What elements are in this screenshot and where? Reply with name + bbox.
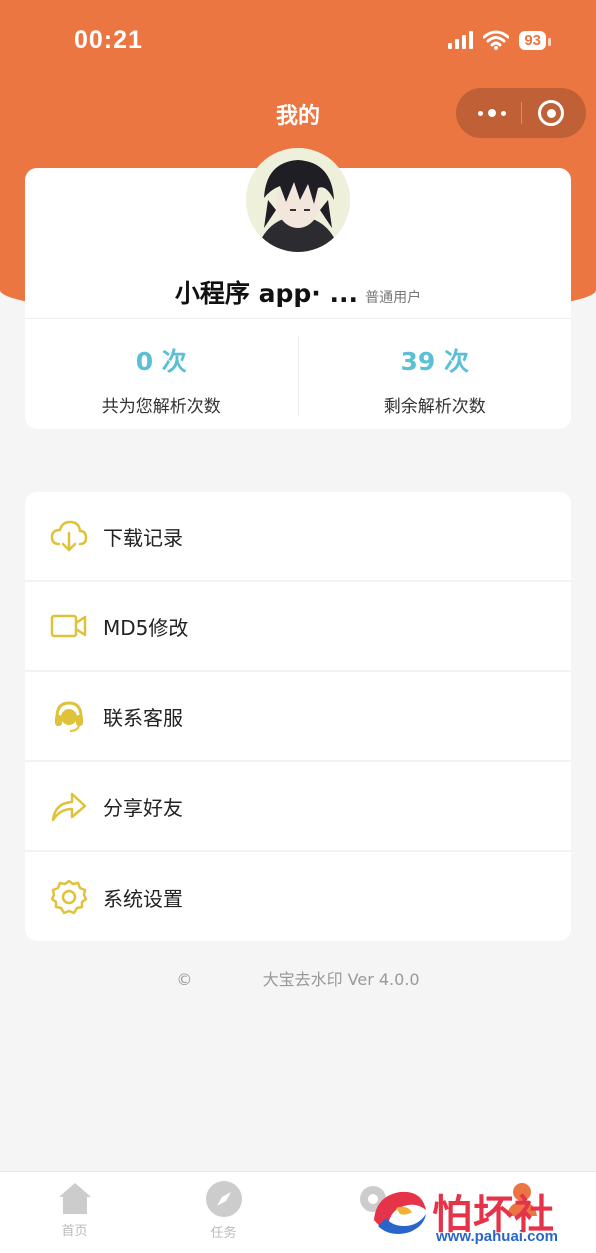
copyright-symbol: ©	[176, 970, 193, 989]
miniprogram-capsule	[456, 88, 586, 138]
stat-value: 39 次	[400, 347, 470, 376]
menu-item-download-records[interactable]: 下载记录	[25, 492, 571, 582]
menu-item-label: 下载记录	[103, 525, 183, 550]
avatar[interactable]	[246, 148, 350, 252]
battery-indicator: 93	[519, 30, 551, 50]
tab-tasks[interactable]: 任务	[149, 1172, 298, 1253]
stat-value: 0 次	[135, 347, 187, 376]
menu-item-contact-support[interactable]: 联系客服	[25, 672, 571, 762]
stat-label: 剩余解析次数	[383, 397, 486, 417]
tab-label: 任务	[210, 1226, 237, 1241]
more-icon[interactable]	[477, 109, 506, 117]
home-icon	[58, 1183, 91, 1214]
cloud-download-icon	[49, 516, 89, 556]
tab-home[interactable]: 首页	[0, 1172, 149, 1253]
menu-item-md5-modify[interactable]: MD5修改	[25, 582, 571, 672]
stat-parsed-count: 0 次 共为您解析次数	[25, 320, 298, 428]
menu-item-system-settings[interactable]: 系统设置	[25, 852, 571, 941]
site-watermark: 怕坏社区 www.pahuai.com	[366, 1178, 592, 1253]
menu-item-label: 联系客服	[103, 705, 183, 730]
video-camera-icon	[49, 606, 89, 646]
menu-item-share-friends[interactable]: 分享好友	[25, 762, 571, 852]
username-row: 小程序 app· ... 普通用户	[0, 274, 596, 310]
watermark-url: www.pahuai.com	[436, 1228, 558, 1245]
user-type-badge: 普通用户	[365, 290, 422, 306]
compass-icon	[205, 1181, 242, 1217]
menu-item-label: 分享好友	[103, 795, 183, 820]
menu-item-label: 系统设置	[103, 886, 183, 911]
wifi-icon	[483, 30, 510, 50]
username: 小程序 app· ...	[174, 279, 358, 308]
stat-label: 共为您解析次数	[101, 397, 221, 417]
status-bar: 00:21 93	[0, 26, 596, 60]
stat-remaining-count: 39 次 剩余解析次数	[297, 336, 572, 417]
card-divider	[25, 318, 571, 319]
gear-icon	[49, 877, 89, 917]
status-icons: 93	[448, 30, 551, 50]
footer-text: 大宝去水印 Ver 4.0.0	[262, 970, 420, 989]
share-arrow-icon	[49, 786, 89, 826]
tab-label: 首页	[61, 1224, 88, 1239]
footer-version: © 大宝去水印 Ver 4.0.0	[0, 966, 596, 990]
close-target-icon[interactable]	[538, 100, 565, 126]
watermark-logo	[374, 1191, 426, 1234]
stats-row: 0 次 共为您解析次数 39 次 剩余解析次数	[25, 320, 571, 428]
signal-icon	[448, 31, 474, 49]
avatar-image	[246, 148, 350, 252]
status-time: 00:21	[74, 26, 143, 54]
menu-card: 下载记录 MD5修改 联系客服 分享好友 系统设置	[25, 492, 571, 941]
menu-item-label: MD5修改	[103, 615, 189, 640]
headset-icon	[49, 696, 89, 736]
